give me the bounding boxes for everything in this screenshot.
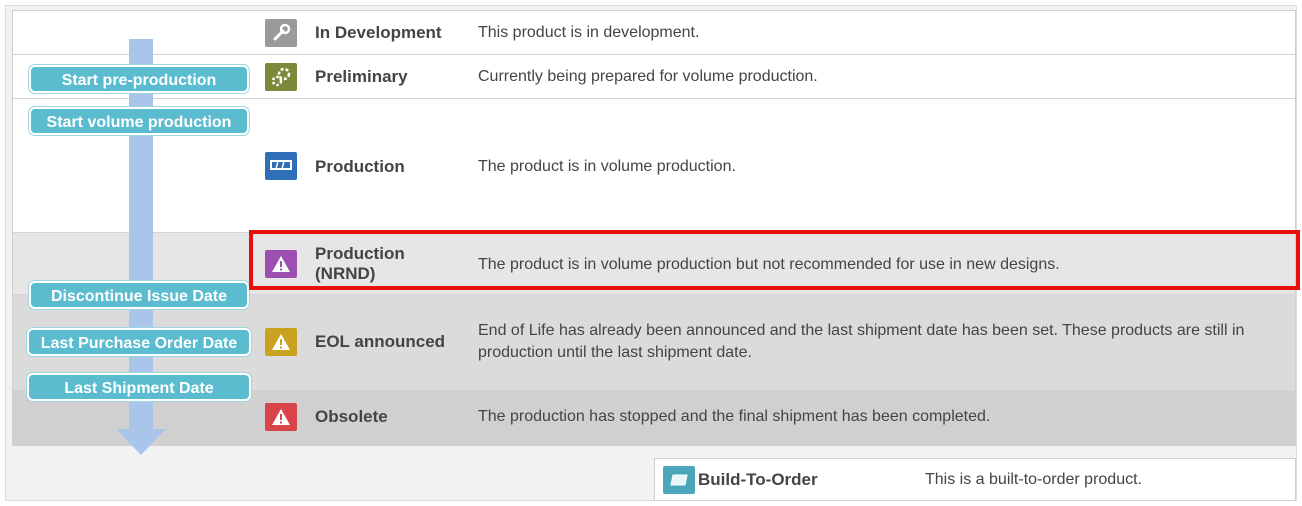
lifecycle-table: In Development This product is in develo… <box>12 10 1296 455</box>
status-description: This is a built-to-order product. <box>925 471 1142 488</box>
milestone-start-volume-production: Start volume production <box>29 107 249 135</box>
milestone-last-shipment-date: Last Shipment Date <box>27 373 251 401</box>
status-name: Build-To-Order <box>698 470 818 489</box>
warning-icon <box>265 328 297 356</box>
status-description: This product is in development. <box>478 24 700 41</box>
status-description: The product is in volume production. <box>478 158 736 175</box>
milestone-discontinue-issue-date: Discontinue Issue Date <box>29 281 249 309</box>
status-description: End of Life has already been announced a… <box>478 322 1245 361</box>
status-name: Obsolete <box>315 407 388 426</box>
production-icon <box>265 152 297 180</box>
wrench-icon <box>265 19 297 47</box>
milestone-last-purchase-order-date: Last Purchase Order Date <box>27 328 251 356</box>
warning-icon <box>265 403 297 431</box>
status-description: Currently being prepared for volume prod… <box>478 68 818 85</box>
status-name: Preliminary <box>315 67 408 86</box>
status-name: In Development <box>315 23 442 42</box>
highlight-box <box>249 230 1300 290</box>
milestone-start-pre-production: Start pre-production <box>29 65 249 93</box>
status-name: EOL announced <box>315 332 446 351</box>
gears-icon <box>265 63 297 91</box>
status-name: Production <box>315 157 405 176</box>
lifecycle-arrow-head <box>116 429 166 455</box>
build-to-order-box: Build-To-Order This is a built-to-order … <box>654 458 1296 501</box>
status-row-in-development: In Development This product is in develo… <box>13 11 1295 55</box>
build-to-order-icon <box>663 466 695 494</box>
status-description: The production has stopped and the final… <box>478 408 991 425</box>
